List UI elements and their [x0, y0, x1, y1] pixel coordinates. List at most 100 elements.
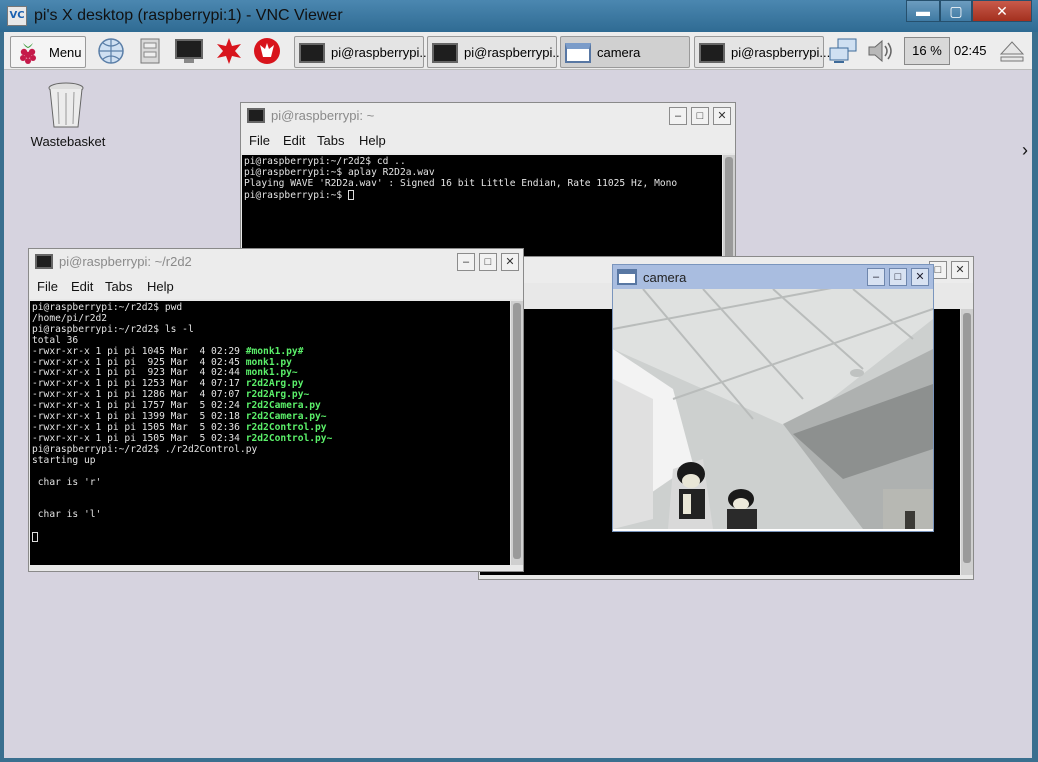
remote-desktop[interactable]: Menu pi@raspberrypi... pi@raspberrypi...…: [4, 32, 1032, 758]
web-browser-icon[interactable]: [96, 37, 126, 65]
close-button[interactable]: ✕: [911, 268, 929, 286]
network-icon[interactable]: [828, 38, 858, 64]
terminal-output[interactable]: pi@raspberrypi:~/r2d2$ pwd/home/pi/r2d2 p…: [30, 301, 510, 565]
window-title: pi@raspberrypi: ~/r2d2: [59, 254, 192, 269]
file-perm: -rwxr-xr-x 1 pi pi 1505 Mar 5 02:34: [32, 432, 246, 444]
menu-file[interactable]: File: [37, 279, 58, 294]
file-perm: -rwxr-xr-x 1 pi pi 1757 Mar 5 02:24: [32, 400, 246, 412]
taskbar: Menu pi@raspberrypi... pi@raspberrypi...…: [4, 32, 1032, 70]
window-icon: [565, 43, 591, 63]
task-camera[interactable]: camera: [560, 36, 690, 68]
terminal-line: pi@raspberrypi:~/r2d2$ ls -l: [32, 323, 194, 335]
menu-button[interactable]: Menu: [10, 36, 86, 68]
terminal-line: ​: [32, 467, 510, 478]
task-label: pi@raspberrypi...: [464, 45, 564, 60]
maximize-button[interactable]: □: [691, 107, 709, 125]
vnc-logo-icon: VC: [7, 6, 27, 26]
terminal-icon: [432, 43, 458, 63]
file-perm: -rwxr-xr-x 1 pi pi 923 Mar 4 02:44: [32, 367, 246, 379]
close-button[interactable]: ✕: [713, 107, 731, 125]
vnc-titlebar[interactable]: VC pi's X desktop (raspberrypi:1) - VNC …: [0, 0, 1038, 32]
scrollbar-thumb[interactable]: [513, 303, 521, 559]
window-title: camera: [643, 270, 687, 285]
wolfram-icon[interactable]: [252, 37, 282, 65]
menu-bar: File Edit Tabs Help: [241, 129, 735, 153]
menu-help[interactable]: Help: [359, 133, 386, 148]
terminal-line: [32, 532, 510, 544]
minimize-button[interactable]: –: [867, 268, 885, 286]
file-name: monk1.py: [245, 356, 292, 368]
raspberry-icon: [20, 43, 36, 64]
vnc-minimize-button[interactable]: ▬: [906, 0, 940, 22]
maximize-button[interactable]: □: [479, 253, 497, 271]
file-manager-icon[interactable]: [135, 37, 165, 65]
terminal-line: pi@raspberrypi:~/r2d2$ ./r2d2Control.py: [32, 443, 258, 455]
task-terminal-1[interactable]: pi@raspberrypi...: [294, 36, 430, 68]
terminal-line: ​: [32, 521, 510, 532]
minimize-button[interactable]: –: [457, 253, 475, 271]
terminal-line: char is 'r': [32, 476, 102, 488]
menu-edit[interactable]: Edit: [283, 133, 305, 148]
volume-icon[interactable]: [866, 38, 896, 64]
mathematica-icon[interactable]: [214, 37, 244, 65]
camera-window[interactable]: camera – □ ✕: [612, 264, 934, 532]
file-name: r2d2Camera.py~: [245, 411, 327, 423]
terminal-icon: [247, 108, 265, 123]
wastebasket-label: Wastebasket: [30, 134, 106, 149]
terminal-window-r2d2[interactable]: pi@raspberrypi: ~/r2d2 – □ ✕ File Edit T…: [28, 248, 524, 572]
vnc-close-button[interactable]: ✕: [972, 0, 1032, 22]
terminal-line: char is 'l': [32, 509, 102, 521]
menu-tabs[interactable]: Tabs: [105, 279, 132, 294]
close-button[interactable]: ✕: [951, 261, 969, 279]
menu-help[interactable]: Help: [147, 279, 174, 294]
eject-icon[interactable]: [999, 39, 1025, 63]
terminal-line: pi@raspberrypi:~$: [244, 189, 722, 202]
terminal-icon[interactable]: [174, 37, 204, 65]
file-name: r2d2Arg.py~: [245, 389, 310, 401]
scrollbar[interactable]: [961, 309, 973, 575]
wastebasket-icon[interactable]: [46, 82, 86, 130]
close-button[interactable]: ✕: [501, 253, 519, 271]
menu-file[interactable]: File: [249, 133, 270, 148]
window-icon: [617, 269, 637, 285]
file-name: r2d2Arg.py: [245, 378, 304, 390]
terminal-line: starting up: [32, 454, 96, 466]
terminal-line: ​: [32, 488, 510, 499]
window-titlebar[interactable]: camera – □ ✕: [613, 265, 933, 289]
cursor: [347, 189, 354, 200]
file-perm: -rwxr-xr-x 1 pi pi 1253 Mar 4 07:17: [32, 378, 246, 390]
prompt: pi@raspberrypi:~$: [244, 189, 348, 201]
menu-tabs[interactable]: Tabs: [317, 133, 344, 148]
terminal-line: ​: [32, 499, 510, 510]
vnc-maximize-button[interactable]: ▢: [940, 0, 972, 22]
task-label: pi@raspberrypi...: [331, 45, 431, 60]
minimize-button[interactable]: –: [669, 107, 687, 125]
menu-label: Menu: [49, 45, 82, 60]
file-name: #monk1.py#: [245, 345, 304, 357]
file-perm: -rwxr-xr-x 1 pi pi 1286 Mar 4 07:07: [32, 389, 246, 401]
cursor: [32, 532, 38, 543]
camera-feed: [613, 289, 933, 529]
file-name: r2d2Control.py~: [245, 432, 333, 444]
menu-edit[interactable]: Edit: [71, 279, 93, 294]
vnc-window-title: pi's X desktop (raspberrypi:1) - VNC Vie…: [34, 7, 343, 24]
task-label: camera: [597, 45, 641, 60]
menu-bar: File Edit Tabs Help: [29, 275, 523, 299]
task-label: pi@raspberrypi...: [731, 45, 831, 60]
window-titlebar[interactable]: pi@raspberrypi: ~ – □ ✕: [241, 103, 735, 129]
panel-arrow-icon[interactable]: ›: [1022, 140, 1028, 161]
terminal-icon: [699, 43, 725, 63]
file-name: r2d2Control.py: [245, 421, 327, 433]
clock[interactable]: 02:45: [954, 43, 987, 58]
terminal-line: Playing WAVE 'R2D2a.wav' : Signed 16 bit…: [244, 177, 678, 189]
scrollbar-thumb[interactable]: [963, 313, 971, 563]
terminal-icon: [35, 254, 53, 269]
scrollbar[interactable]: [511, 301, 523, 565]
window-titlebar[interactable]: pi@raspberrypi: ~/r2d2 – □ ✕: [29, 249, 523, 275]
maximize-button[interactable]: □: [889, 268, 907, 286]
task-terminal-3[interactable]: pi@raspberrypi...: [694, 36, 830, 68]
cpu-monitor[interactable]: 16 %: [904, 37, 950, 65]
file-perm: -rwxr-xr-x 1 pi pi 925 Mar 4 02:45: [32, 356, 246, 368]
file-name: monk1.py~: [245, 367, 298, 379]
task-terminal-2[interactable]: pi@raspberrypi...: [427, 36, 563, 68]
